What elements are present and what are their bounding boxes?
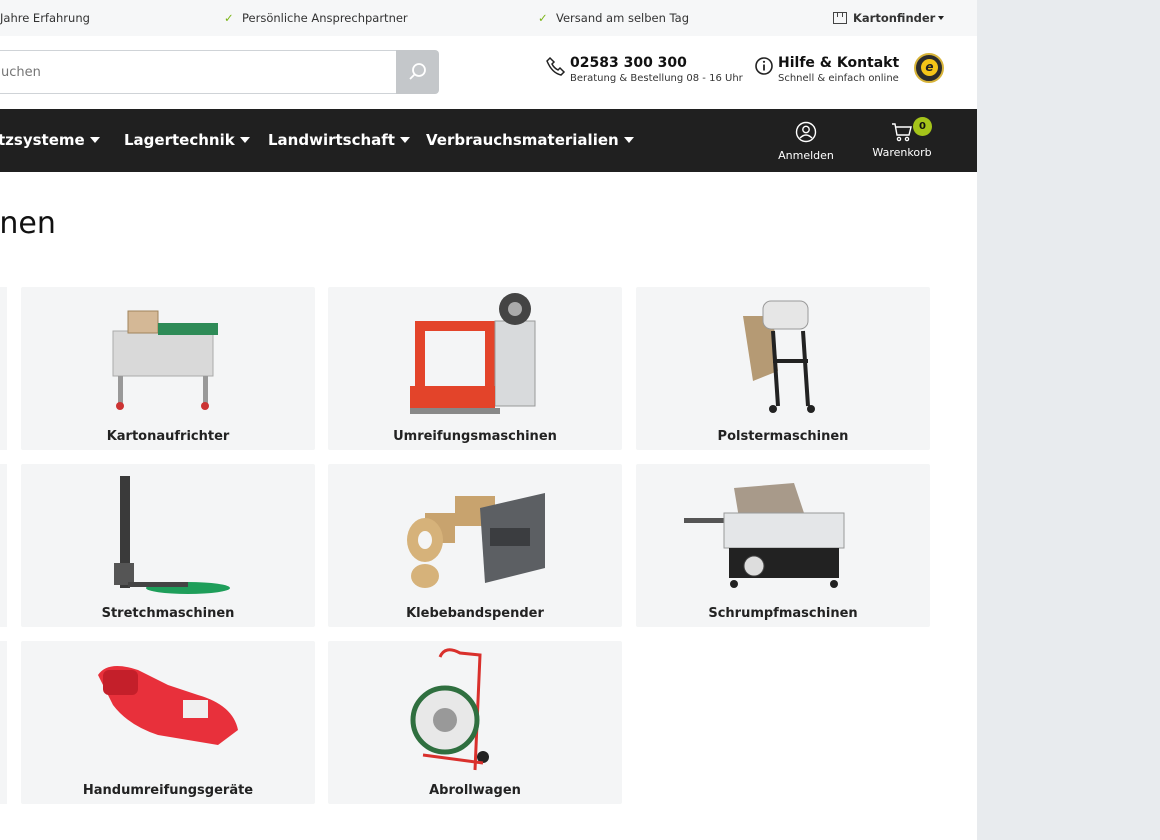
check-icon: ✓ bbox=[538, 11, 548, 25]
trust-item-label: Jahre Erfahrung bbox=[0, 11, 90, 25]
phone-number: 02583 300 300 bbox=[570, 55, 687, 71]
trust-bar: Jahre Erfahrung ✓ Persönliche Ansprechpar… bbox=[0, 0, 977, 36]
category-card-umreifungsmaschinen[interactable]: Umreifungsmaschinen bbox=[328, 287, 622, 450]
help-contact[interactable]: Hilfe & Kontakt Schnell & einfach online bbox=[755, 55, 900, 84]
search-button[interactable] bbox=[396, 50, 439, 94]
category-card-abrollwagen[interactable]: Abrollwagen bbox=[328, 641, 622, 804]
category-card-partial[interactable] bbox=[0, 287, 7, 450]
category-label: Schrumpfmaschinen bbox=[708, 606, 858, 621]
help-title: Hilfe & Kontakt bbox=[778, 55, 900, 71]
nav-item-label: Verbrauchsmaterialien bbox=[426, 131, 619, 149]
category-label: Stretchmaschinen bbox=[101, 606, 235, 621]
trust-item-contact: ✓ Persönliche Ansprechpartner bbox=[224, 11, 408, 25]
chevron-down-icon bbox=[239, 137, 250, 143]
category-label: Abrollwagen bbox=[429, 783, 521, 798]
trust-item-label: Persönliche Ansprechpartner bbox=[242, 11, 408, 25]
box-erector-machine-icon bbox=[112, 310, 218, 410]
category-card-polstermaschinen[interactable]: Polstermaschinen bbox=[636, 287, 930, 450]
nav-item-lagertechnik[interactable]: Lagertechnik bbox=[124, 131, 250, 149]
category-card-handumreifungsgeraete[interactable]: Handumreifungsgeräte bbox=[21, 641, 315, 804]
trust-item-label: Versand am selben Tag bbox=[556, 11, 690, 25]
cart-label: Warenkorb bbox=[872, 146, 932, 159]
dispenser-cart-icon bbox=[410, 648, 489, 771]
category-card-schrumpfmaschinen[interactable]: Schrumpfmaschinen bbox=[636, 464, 930, 627]
category-card-stretchmaschinen[interactable]: Stretchmaschinen bbox=[21, 464, 315, 627]
category-card-partial[interactable] bbox=[0, 641, 7, 804]
kartonfinder-dropdown[interactable]: Kartonfinder bbox=[833, 11, 945, 25]
chevron-down-icon bbox=[399, 137, 410, 143]
box-icon bbox=[833, 12, 847, 24]
chevron-down-icon bbox=[623, 137, 634, 143]
user-icon bbox=[795, 121, 817, 143]
nav-item-label: Lagertechnik bbox=[124, 131, 235, 149]
nav-item-label: tzsysteme bbox=[0, 131, 85, 149]
info-icon bbox=[755, 57, 773, 75]
nav-item-verbrauchsmaterialien[interactable]: Verbrauchsmaterialien bbox=[426, 131, 634, 149]
stretch-wrapper-icon bbox=[114, 476, 230, 594]
trusted-shops-badge[interactable]: e bbox=[914, 53, 944, 83]
login-button[interactable]: Anmelden bbox=[778, 121, 834, 162]
phone-icon bbox=[546, 56, 566, 76]
kartonfinder-label: Kartonfinder bbox=[853, 11, 936, 25]
nav-item-systems[interactable]: tzsysteme bbox=[0, 131, 100, 149]
category-card-partial[interactable] bbox=[0, 464, 7, 627]
category-label: Umreifungsmaschinen bbox=[393, 429, 557, 444]
trusted-shops-icon: e bbox=[921, 59, 938, 76]
trust-item-experience: Jahre Erfahrung bbox=[0, 11, 90, 25]
category-label: Kartonaufrichter bbox=[106, 429, 230, 444]
search-field bbox=[0, 50, 398, 94]
nav-item-label: Landwirtschaft bbox=[268, 131, 395, 149]
shrink-machine-icon bbox=[684, 483, 845, 588]
login-label: Anmelden bbox=[778, 149, 834, 162]
cart-count-badge: 0 bbox=[913, 117, 932, 136]
chevron-down-icon bbox=[938, 16, 945, 20]
category-label: Klebebandspender bbox=[406, 606, 544, 621]
page-title: hinen bbox=[0, 206, 56, 241]
nav-item-landwirtschaft[interactable]: Landwirtschaft bbox=[268, 131, 410, 149]
search-icon bbox=[409, 63, 426, 80]
phone-contact[interactable]: 02583 300 300 Beratung & Bestellung 08 -… bbox=[546, 55, 743, 84]
check-icon: ✓ bbox=[224, 11, 234, 25]
cart-button[interactable]: 0 Warenkorb bbox=[871, 117, 933, 159]
category-card-klebebandspender[interactable]: Klebebandspender bbox=[328, 464, 622, 627]
category-label: Polstermaschinen bbox=[717, 429, 849, 444]
chevron-down-icon bbox=[89, 137, 100, 143]
phone-hours: Beratung & Bestellung 08 - 16 Uhr bbox=[570, 73, 743, 84]
hand-strapping-tool-icon bbox=[98, 666, 238, 745]
cushioning-machine-icon bbox=[743, 300, 815, 413]
cart-icon bbox=[892, 123, 912, 142]
category-card-kartonaufrichter[interactable]: Kartonaufrichter bbox=[21, 287, 315, 450]
category-label: Handumreifungsgeräte bbox=[82, 783, 254, 798]
tape-dispenser-icon bbox=[407, 493, 545, 588]
page: Jahre Erfahrung ✓ Persönliche Ansprechpar… bbox=[0, 0, 977, 840]
main-nav: tzsysteme Lagertechnik Landwirtschaft Ve… bbox=[0, 109, 977, 172]
search-input[interactable] bbox=[0, 51, 398, 93]
help-subtitle: Schnell & einfach online bbox=[778, 73, 899, 84]
strapping-machine-icon bbox=[410, 293, 536, 414]
trust-item-shipping: ✓ Versand am selben Tag bbox=[538, 11, 689, 25]
